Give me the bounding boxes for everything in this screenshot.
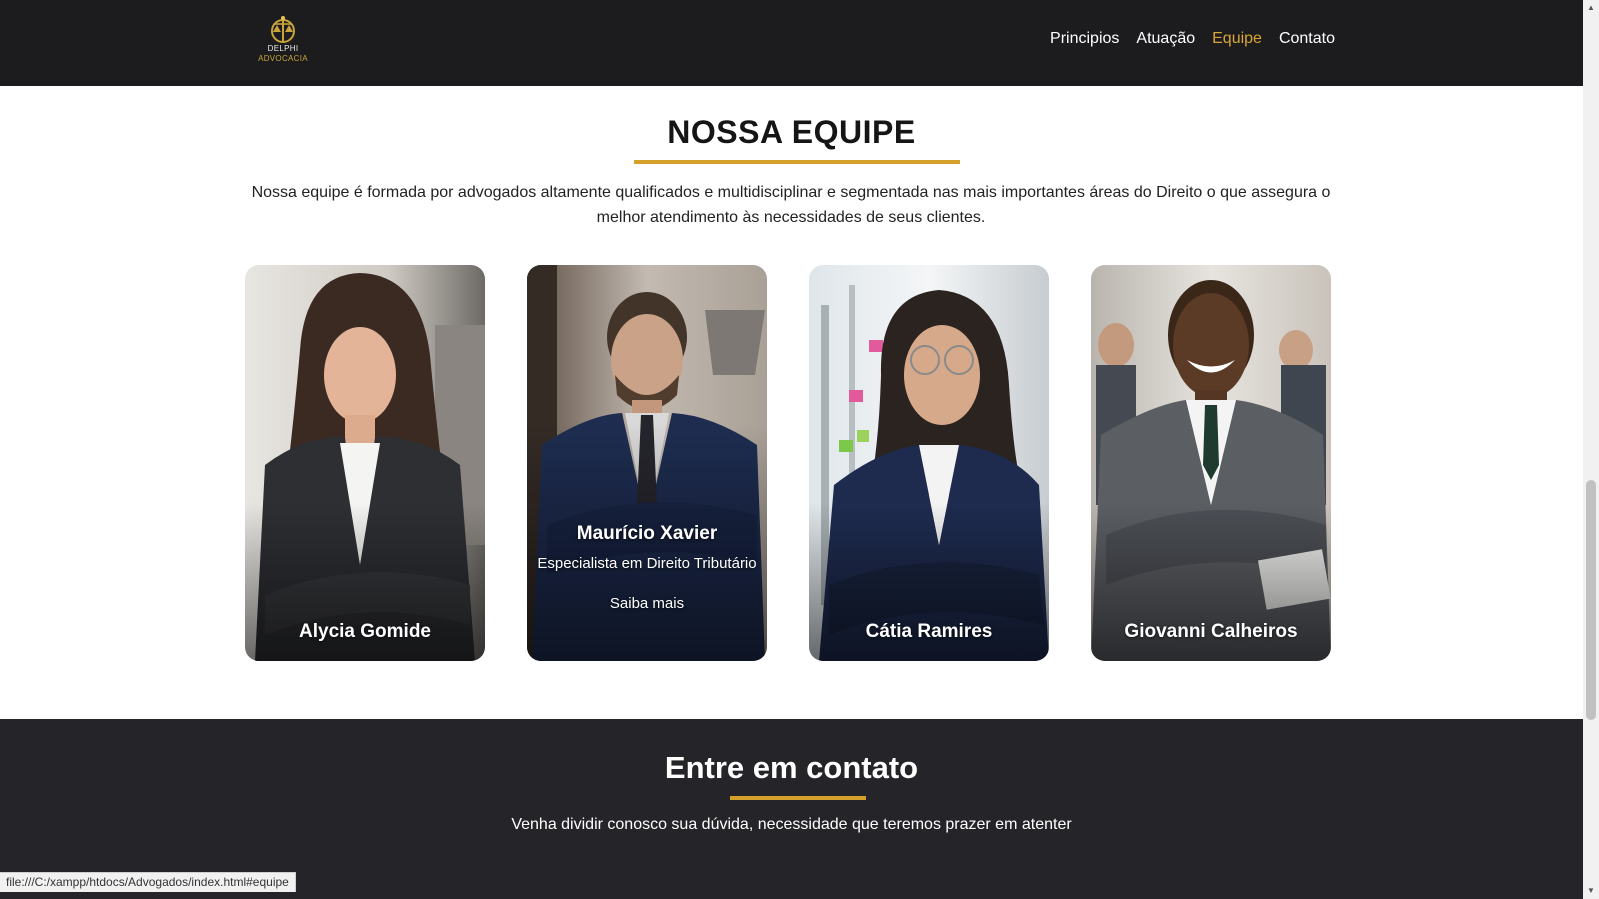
member-name: Giovanni Calheiros — [1124, 621, 1298, 642]
vertical-scrollbar[interactable]: ▲ ▼ — [1583, 0, 1599, 899]
logo-name: DELPHI — [267, 44, 299, 53]
title-underline — [634, 160, 960, 164]
main-nav: Principios Atuação Equipe Contato — [1050, 30, 1335, 48]
scroll-up-arrow-icon[interactable]: ▲ — [1583, 0, 1599, 16]
top-navbar: DELPHI ADVOCACIA Principios Atuação Equi… — [0, 0, 1583, 86]
scrollbar-thumb[interactable] — [1586, 480, 1596, 720]
contact-description: Venha dividir conosco sua dúvida, necess… — [511, 816, 1072, 833]
nav-link-principios[interactable]: Principios — [1050, 30, 1119, 48]
nav-link-equipe[interactable]: Equipe — [1212, 30, 1262, 48]
saiba-mais-link[interactable]: Saiba mais — [527, 595, 767, 612]
contact-title: Entre em contato — [664, 750, 919, 785]
team-card-catia[interactable]: Cátia Ramires — [809, 265, 1049, 661]
team-card-giovanni[interactable]: Giovanni Calheiros — [1091, 265, 1331, 661]
title-underline — [730, 796, 866, 800]
page: DELPHI ADVOCACIA Principios Atuação Equi… — [0, 0, 1583, 899]
browser-status-bar: file:///C:/xampp/htdocs/Advogados/index.… — [0, 872, 296, 892]
logo-subtitle: ADVOCACIA — [258, 54, 308, 63]
member-name: Maurício Xavier — [576, 523, 718, 544]
nav-link-atuacao[interactable]: Atuação — [1136, 30, 1195, 48]
team-description: Nossa equipe é formada por advogados alt… — [251, 184, 1331, 226]
team-card-alycia[interactable]: Alycia Gomide — [245, 265, 485, 661]
scales-of-justice-icon — [271, 16, 295, 43]
team-card-mauricio[interactable]: Maurício Xavier Especialista em Direito … — [527, 265, 767, 661]
portrait-photo — [1091, 265, 1331, 661]
portrait-photo — [245, 265, 485, 661]
logo[interactable]: DELPHI ADVOCACIA — [258, 14, 308, 68]
team-section-title: NOSSA EQUIPE — [667, 114, 916, 150]
portrait-photo — [809, 265, 1049, 661]
member-role: Especialista em Direito Tributário — [537, 555, 757, 572]
nav-link-contato[interactable]: Contato — [1279, 30, 1335, 48]
member-name: Alycia Gomide — [299, 621, 431, 642]
scroll-down-arrow-icon[interactable]: ▼ — [1583, 883, 1599, 899]
member-name: Cátia Ramires — [865, 621, 993, 642]
